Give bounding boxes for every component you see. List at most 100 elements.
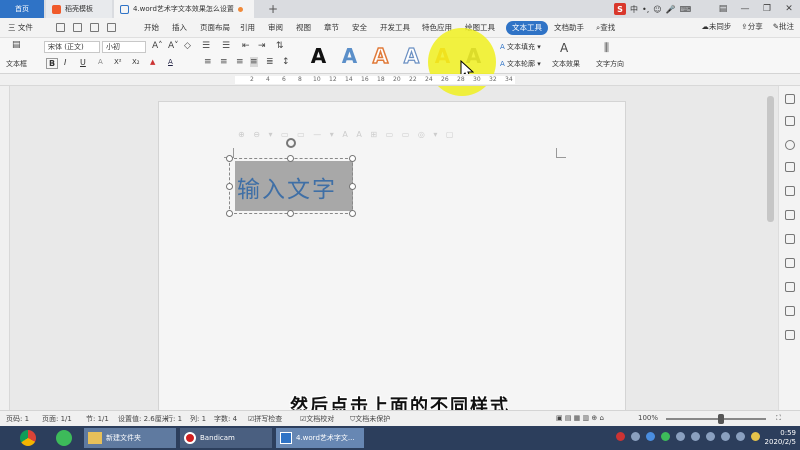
location-icon[interactable] <box>785 140 795 150</box>
shape-icon[interactable] <box>785 116 795 126</box>
text-direction-icon[interactable]: ⫼ <box>604 41 609 55</box>
distribute-icon[interactable]: ≣ <box>266 57 274 67</box>
line-spacing-icon[interactable]: ↕ <box>282 57 290 67</box>
tab-document[interactable]: 4.word艺术字文本效果怎么设置 <box>114 0 254 18</box>
tab-home[interactable]: 首页 <box>0 0 44 18</box>
menu-security[interactable]: 安全 <box>352 21 367 35</box>
superscript-button[interactable]: X² <box>114 58 122 66</box>
resize-handle-s[interactable] <box>287 210 294 217</box>
increase-indent-icon[interactable]: ⇥ <box>258 41 266 51</box>
status-pages[interactable]: 页面: 1/1 <box>42 414 72 424</box>
preview-icon[interactable] <box>107 23 116 32</box>
tray-cloud-icon[interactable] <box>676 432 685 441</box>
textbox-label[interactable]: 文本框 <box>6 59 27 69</box>
decrease-indent-icon[interactable]: ⇤ <box>242 41 250 51</box>
taskbar-folder[interactable]: 新建文件夹 <box>84 428 176 448</box>
resize-handle-e[interactable] <box>349 183 356 190</box>
view-mode-icons[interactable]: ▣ ▤ ▦ ▥ ⊕ ⌂ <box>556 414 604 422</box>
taskbar-wps[interactable]: 4.word艺术字文... <box>276 428 364 448</box>
menu-text-tools[interactable]: 文本工具 <box>506 21 548 35</box>
resize-handle-w[interactable] <box>226 183 233 190</box>
close-icon[interactable]: ✕ <box>778 0 800 18</box>
text-effect-label[interactable]: 文本效果 <box>552 59 580 69</box>
bold-button[interactable]: B <box>46 58 59 69</box>
new-tab-button[interactable]: + <box>262 0 280 18</box>
highlight-color-icon[interactable]: ▲ <box>150 58 155 66</box>
tray-app-icon[interactable] <box>631 432 640 441</box>
tray-network-icon[interactable] <box>646 432 655 441</box>
nav-icon[interactable] <box>785 210 795 220</box>
text-effect-icon[interactable]: A <box>560 41 568 55</box>
wechat-icon[interactable] <box>661 432 670 441</box>
menu-page-layout[interactable]: 页面布局 <box>200 21 230 35</box>
ime-punct-icon[interactable]: •, <box>642 5 649 14</box>
italic-button[interactable]: I <box>64 58 66 67</box>
keyboard-icon[interactable]: ⌨ <box>680 5 692 14</box>
menu-developer[interactable]: 开发工具 <box>380 21 410 35</box>
menu-view[interactable]: 视图 <box>296 21 311 35</box>
status-page[interactable]: 页码: 1 <box>6 414 29 424</box>
text-direction-label[interactable]: 文字方向 <box>596 59 624 69</box>
mic-icon[interactable]: 🎤 <box>666 5 676 14</box>
volume-icon[interactable] <box>736 432 745 441</box>
menu-doc-assistant[interactable]: 文档助手 <box>554 21 584 35</box>
proofread-button[interactable]: ☑文档校对 <box>300 414 334 424</box>
maximize-icon[interactable]: ❐ <box>756 0 778 18</box>
spell-check-button[interactable]: ☑拼写检查 <box>248 414 282 424</box>
text-outline-button[interactable]: A 文本轮廓 ▾ <box>500 59 541 69</box>
bullet-list-icon[interactable]: ☰ <box>202 41 210 51</box>
status-words[interactable]: 字数: 4 <box>214 414 237 424</box>
menu-insert[interactable]: 插入 <box>172 21 187 35</box>
clear-format-icon[interactable]: ◇ <box>184 41 191 51</box>
number-list-icon[interactable]: ☰ <box>222 41 230 51</box>
upload-icon[interactable] <box>785 258 795 268</box>
font-name-select[interactable]: 宋体 (正文) <box>44 41 100 53</box>
sync-app-button[interactable] <box>52 428 76 448</box>
style-icon[interactable] <box>785 162 795 172</box>
resize-handle-sw[interactable] <box>226 210 233 217</box>
align-right-icon[interactable]: ≡ <box>236 57 244 67</box>
textbox-content[interactable]: 输入文字 <box>237 170 337 204</box>
property-icon[interactable] <box>785 186 795 196</box>
wordart-style-3[interactable]: A <box>365 40 396 72</box>
menu-reference[interactable]: 引用 <box>240 21 255 35</box>
menu-start[interactable]: 开始 <box>144 21 159 35</box>
menu-window-icon[interactable]: ▤ <box>712 0 734 18</box>
sort-icon[interactable]: ⇅ <box>276 41 284 51</box>
subscript-button[interactable]: X₂ <box>132 58 140 66</box>
underline-button[interactable]: U <box>80 58 86 67</box>
tray-misc-icon[interactable] <box>751 432 760 441</box>
resize-handle-se[interactable] <box>349 210 356 217</box>
save-icon[interactable] <box>56 23 65 32</box>
align-center-icon[interactable]: ≡ <box>220 57 228 67</box>
vertical-scrollbar[interactable] <box>767 96 774 222</box>
search-button[interactable]: ⌕查找 <box>596 21 615 35</box>
status-section[interactable]: 节: 1/1 <box>86 414 109 424</box>
protect-button[interactable]: ⛉文档未保护 <box>350 414 390 424</box>
horizontal-ruler[interactable]: 2 4 6 8 10 12 14 16 18 20 22 24 26 28 30… <box>0 74 800 86</box>
print-icon[interactable] <box>90 23 99 32</box>
menu-section[interactable]: 章节 <box>324 21 339 35</box>
tray-ime-icon[interactable] <box>721 432 730 441</box>
tab-template[interactable]: 稻壳模板 <box>46 0 112 18</box>
sync-button[interactable]: ☁未同步 <box>701 21 731 32</box>
help-icon[interactable] <box>785 306 795 316</box>
zoom-slider-thumb[interactable] <box>718 414 724 424</box>
vertical-ruler[interactable] <box>0 86 10 410</box>
zoom-level[interactable]: 100% <box>638 414 658 422</box>
zoom-slider[interactable] <box>666 418 766 420</box>
strike-icon[interactable]: A <box>98 58 103 66</box>
share-button[interactable]: ⇪分享 <box>741 21 762 32</box>
taskbar-bandicam[interactable]: Bandicam <box>180 428 272 448</box>
select-icon[interactable] <box>785 94 795 104</box>
tools-icon[interactable] <box>785 330 795 340</box>
sogou-logo-icon[interactable]: S <box>614 3 626 15</box>
tray-keyboard-icon[interactable] <box>706 432 715 441</box>
chrome-button[interactable] <box>16 428 40 448</box>
justify-icon[interactable]: ≡ <box>250 57 258 67</box>
ime-mode[interactable]: 中 <box>630 4 638 15</box>
taskbar-clock[interactable]: 0:59 2020/2/5 <box>765 429 796 447</box>
shrink-font-icon[interactable]: A˅ <box>168 41 179 51</box>
open-icon[interactable] <box>73 23 82 32</box>
tray-record-icon[interactable] <box>616 432 625 441</box>
